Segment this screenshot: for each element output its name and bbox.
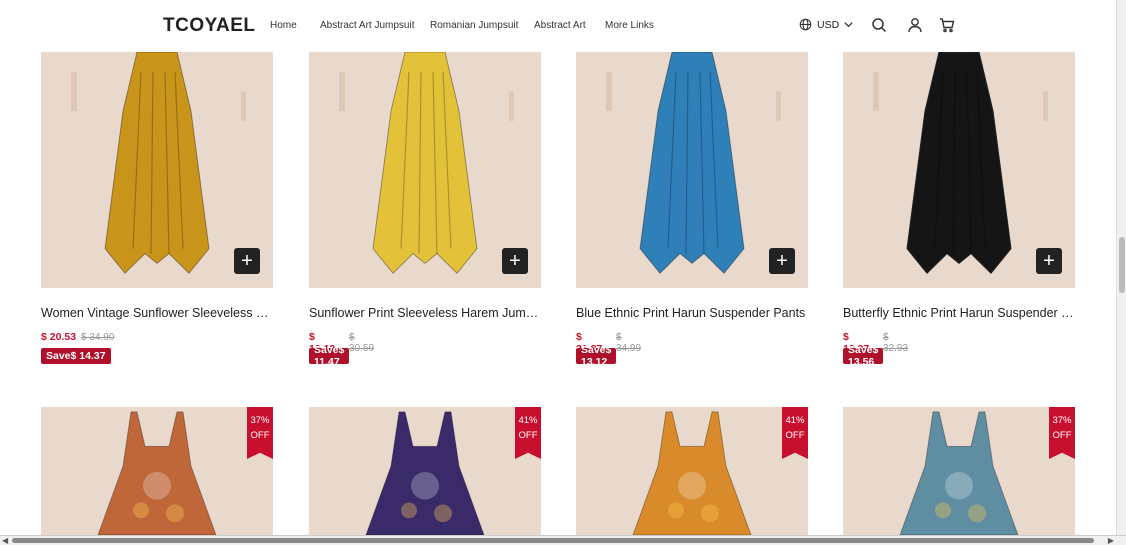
scroll-right-icon[interactable]: ▶ (1108, 536, 1114, 545)
scroll-left-icon[interactable]: ◀ (2, 536, 8, 545)
cart-icon[interactable] (939, 17, 955, 33)
discount-percent: 41% (785, 415, 805, 426)
product-image[interactable] (843, 407, 1075, 535)
discount-ribbon: 41% OFF (782, 407, 808, 459)
discount-ribbon: 41% OFF (515, 407, 541, 459)
horizontal-scroll-thumb[interactable] (12, 538, 1094, 543)
site-logo[interactable]: TCOYAEL (163, 15, 256, 37)
currency-selector[interactable]: USD (799, 18, 853, 31)
vertical-scrollbar[interactable] (1116, 0, 1126, 535)
product-title[interactable]: Sunflower Print Sleeveless Harem Jumpsui… (309, 306, 541, 320)
nav-abstract-art[interactable]: Abstract Art (534, 20, 586, 31)
discount-off-label: OFF (785, 430, 805, 441)
nav-romanian-jumpsuit[interactable]: Romanian Jumpsuit (430, 20, 518, 31)
product-original-price: $ 34.90 (81, 332, 115, 343)
discount-percent: 37% (250, 415, 270, 426)
product-price: $ 20.53 (41, 331, 77, 343)
search-icon[interactable] (871, 17, 887, 33)
product-original-price: $ 34.99 (616, 332, 642, 354)
product-title[interactable]: Women Vintage Sunflower Sleeveless Harem… (41, 306, 273, 320)
discount-off-label: OFF (518, 430, 538, 441)
vertical-scroll-thumb[interactable] (1119, 237, 1125, 293)
discount-percent: 37% (1052, 415, 1072, 426)
product-title[interactable]: Blue Ethnic Print Harun Suspender Pants (576, 306, 808, 320)
save-badge: Save$ 13.56 (843, 344, 884, 368)
nav-more-links[interactable]: More Links (605, 20, 654, 31)
discount-percent: 41% (518, 415, 538, 426)
add-to-cart-button[interactable]: + (234, 248, 260, 274)
product-original-price: $ 32.93 (883, 332, 909, 354)
save-badge: Save$ 11.47 (309, 344, 350, 368)
product-original-price: $ 30.59 (349, 332, 375, 354)
product-image[interactable] (309, 407, 541, 535)
account-icon[interactable] (907, 17, 923, 33)
nav-home[interactable]: Home (270, 20, 297, 31)
currency-label: USD (817, 18, 840, 31)
site-header: TCOYAEL Home Abstract Art Jumpsuit Roman… (0, 0, 1116, 52)
add-to-cart-button[interactable]: + (1036, 248, 1062, 274)
product-image[interactable] (41, 407, 273, 535)
discount-ribbon: 37% OFF (1049, 407, 1075, 459)
chevron-down-icon (844, 22, 853, 28)
globe-icon (799, 18, 812, 31)
save-badge: Save$ 14.37 (41, 348, 111, 364)
discount-ribbon: 37% OFF (247, 407, 273, 459)
horizontal-scrollbar[interactable]: ◀ ▶ (0, 535, 1126, 545)
save-badge: Save$ 13.12 (576, 344, 617, 368)
discount-off-label: OFF (1052, 430, 1072, 441)
product-image[interactable] (576, 407, 808, 535)
add-to-cart-button[interactable]: + (502, 248, 528, 274)
product-title[interactable]: Butterfly Ethnic Print Harun Suspender P… (843, 306, 1075, 320)
discount-off-label: OFF (250, 430, 270, 441)
nav-abstract-art-jumpsuit[interactable]: Abstract Art Jumpsuit (320, 20, 414, 31)
add-to-cart-button[interactable]: + (769, 248, 795, 274)
